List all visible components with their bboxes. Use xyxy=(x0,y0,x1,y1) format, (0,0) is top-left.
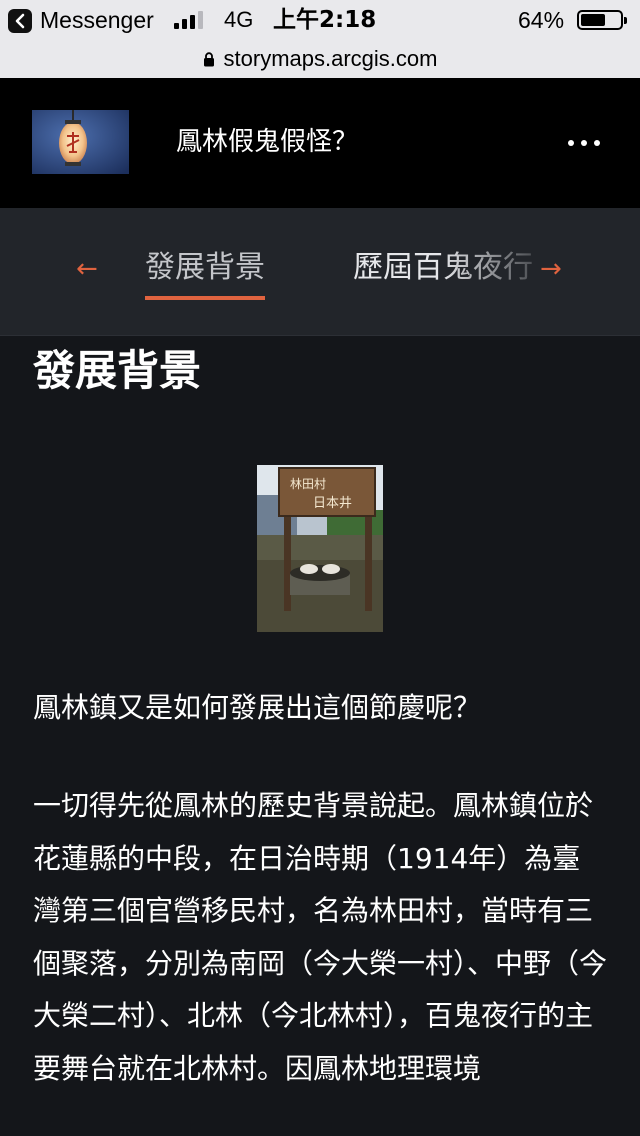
url-domain: storymaps.arcgis.com xyxy=(223,46,438,71)
tab-past-hundred-ghosts-parade[interactable]: 歷屆百鬼夜行 xyxy=(353,248,541,288)
network-type: 4G xyxy=(224,7,254,32)
previous-section-arrow-icon[interactable]: ← xyxy=(76,254,98,284)
signal-icon xyxy=(174,11,203,29)
battery-icon xyxy=(577,10,627,30)
status-app-name[interactable]: Messenger xyxy=(40,6,154,34)
history-paragraph: 一切得先從鳳林的歷史背景說起。鳳林鎮位於花蓮縣的中段，在日治時期（1914年）為… xyxy=(33,789,608,1085)
battery-level xyxy=(581,14,606,26)
story-title: 鳳林假鬼假怪？ xyxy=(176,127,359,157)
battery-percentage: 64% xyxy=(518,7,565,33)
photo-sign-line-2: 日本井 xyxy=(313,496,352,511)
section-heading: 發展背景 xyxy=(33,346,202,395)
status-bar: Messenger 4G 上午2:18 64% xyxy=(0,0,640,40)
section-navigation: ← 發展背景 歷屆百鬼夜行 → xyxy=(0,208,640,336)
lantern-thumbnail-image xyxy=(32,110,129,174)
tab-label: 發展背景 xyxy=(145,250,265,285)
tab-development-background[interactable]: 發展背景 xyxy=(145,248,265,300)
photo-sign-line-1: 林田村 xyxy=(290,477,326,491)
status-time: 上午2:18 xyxy=(273,7,377,33)
story-header: 鳳林假鬼假怪？ xyxy=(0,78,640,208)
active-tab-indicator xyxy=(145,296,265,300)
chevron-left-icon xyxy=(15,13,25,29)
back-to-app-button[interactable] xyxy=(8,9,32,33)
more-horizontal-icon xyxy=(568,140,600,146)
intro-question: 鳳林鎮又是如何發展出這個節慶呢？ xyxy=(33,691,482,724)
lock-icon xyxy=(203,51,214,66)
next-section-arrow-icon[interactable]: → xyxy=(540,254,562,284)
well-sign-photo: 林田村 日本井 xyxy=(257,465,383,632)
url-bar[interactable]: storymaps.arcgis.com xyxy=(0,40,640,78)
more-options-button[interactable] xyxy=(560,126,608,160)
story-thumbnail[interactable] xyxy=(32,110,129,174)
tab-fade-overlay xyxy=(441,248,541,288)
section-photo[interactable]: 林田村 日本井 xyxy=(257,465,383,632)
